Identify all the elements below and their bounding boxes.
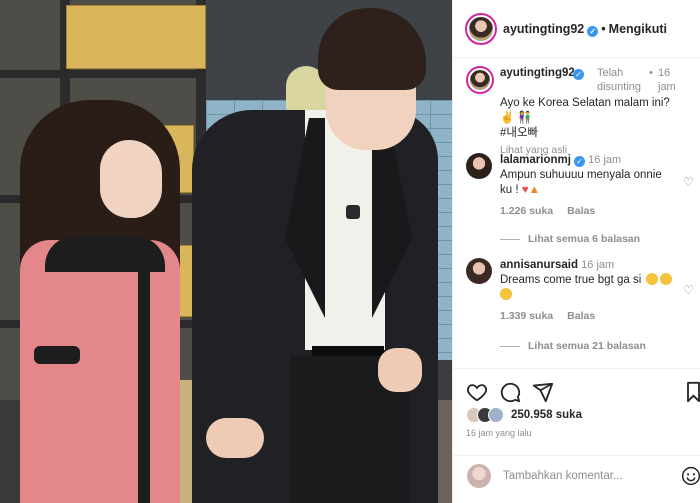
share-icon[interactable] — [532, 381, 554, 403]
add-comment-bar — [453, 455, 700, 495]
comment-like-icon[interactable]: ♡ — [683, 284, 695, 296]
comment-icon[interactable] — [499, 381, 521, 403]
caption-text: Ayo ke Korea Selatan malam ini? ✌️ 👫 — [500, 96, 675, 126]
caption-hashtag[interactable]: #내오빠 — [500, 126, 675, 141]
verified-icon: ✓ — [573, 156, 585, 167]
post-header: ayutingting92 ✓ • Mengikuti — [453, 0, 700, 58]
comment-username[interactable]: lalamarionmj — [500, 154, 571, 166]
shelf-board — [0, 70, 210, 78]
comments-list[interactable]: ayutingting92 ✓ Telah disunting • 16 jam… — [453, 58, 700, 363]
woman-face — [100, 140, 162, 218]
comment: annisanursaid 16 jam Dreams come true bg… — [500, 258, 675, 324]
author-avatar[interactable] — [465, 13, 497, 45]
view-replies-link[interactable]: Lihat semua 21 balasan — [500, 340, 646, 352]
posted-time[interactable]: 16 jam yang lalu — [466, 428, 532, 438]
man-belt — [312, 346, 384, 356]
red-heart-emoji: ♥ — [521, 184, 529, 196]
shelf-box — [66, 5, 206, 69]
likes-count[interactable]: 250.958 suka — [511, 409, 582, 421]
commenter-avatar[interactable] — [466, 258, 492, 284]
comment: lalamarionmj ✓ 16 jam Ampun suhuuuu menya… — [500, 153, 675, 219]
woman-dress — [20, 240, 180, 503]
caption-username[interactable]: ayutingting92 — [500, 66, 575, 81]
crying-face-emoji — [646, 273, 659, 285]
liker-avatar — [488, 407, 504, 423]
caption: ayutingting92 ✓ Telah disunting • 16 jam… — [500, 66, 676, 158]
caption-meta-row: ayutingting92 ✓ Telah disunting • 16 jam — [500, 66, 676, 96]
caption-text-content: Ayo ke Korea Selatan malam ini? ✌️ 👫 — [500, 97, 670, 124]
add-comment-input[interactable] — [503, 468, 673, 484]
comment-time[interactable]: 16 jam — [581, 259, 614, 271]
microphone-clip — [346, 205, 360, 219]
edited-label: Telah disunting — [597, 67, 642, 93]
comment-text: Dreams come true bgt ga si — [500, 274, 642, 286]
separator-dot: • — [601, 22, 606, 36]
crying-face-emoji — [500, 288, 512, 300]
follow-status-button[interactable]: Mengikuti — [609, 22, 667, 36]
crying-face-emoji — [660, 273, 673, 285]
woman-placket — [138, 260, 150, 503]
commenter-avatar[interactable] — [466, 153, 492, 179]
man-hand — [378, 348, 422, 392]
comment-meta: 1.226 suka Balas — [500, 204, 675, 219]
comment-likes[interactable]: 1.339 suka — [500, 310, 553, 322]
caption-time[interactable]: 16 jam — [658, 66, 688, 94]
woman-sleeve — [34, 346, 80, 364]
comment-time[interactable]: 16 jam — [588, 154, 621, 166]
post-sidebar: ayutingting92 ✓ • Mengikuti ayutingting92 ✓… — [452, 0, 700, 503]
reply-button[interactable]: Balas — [567, 205, 595, 217]
heart-icon[interactable] — [466, 381, 488, 403]
author-line: ayutingting92 ✓ • Mengikuti — [503, 22, 667, 37]
current-user-avatar — [467, 464, 491, 488]
reply-button[interactable]: Balas — [567, 310, 595, 322]
holding-hands — [206, 418, 264, 458]
author-username[interactable]: ayutingting92 — [503, 22, 584, 36]
view-replies-link[interactable]: Lihat semua 6 balasan — [500, 233, 640, 245]
comment-like-icon[interactable]: ♡ — [683, 176, 695, 188]
post-image[interactable] — [0, 0, 452, 503]
comment-meta: 1.339 suka Balas — [500, 309, 675, 324]
verified-icon: ✓ — [573, 69, 584, 80]
emoji-picker-icon[interactable] — [681, 466, 700, 486]
comment-username[interactable]: annisanursaid — [500, 259, 578, 271]
fire-emoji: ▲ — [528, 184, 540, 196]
separator-dot: • — [649, 67, 653, 79]
bookmark-icon[interactable] — [686, 381, 700, 403]
post-actions: 250.958 suka 16 jam yang lalu — [453, 368, 700, 498]
caption-avatar[interactable] — [466, 66, 494, 94]
verified-icon: ✓ — [587, 26, 599, 37]
comment-likes[interactable]: 1.226 suka — [500, 205, 553, 217]
